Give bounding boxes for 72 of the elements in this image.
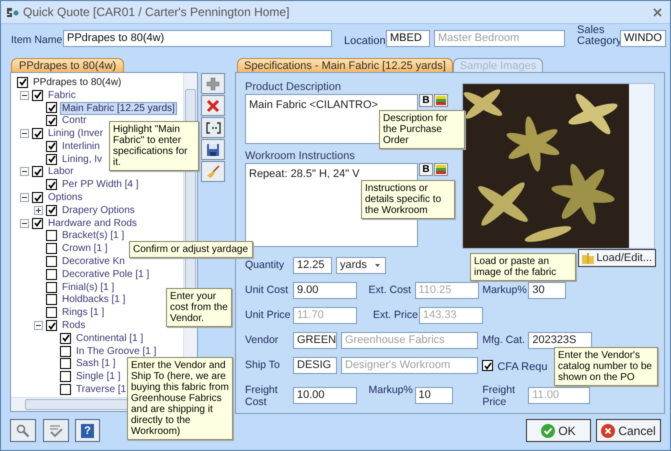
- tree-item[interactable]: Lining (Inver: [46, 127, 106, 140]
- field-label: Ext. Cost: [368, 283, 412, 296]
- input-field[interactable]: 30: [528, 282, 566, 299]
- field-label: Sales Category: [577, 25, 620, 47]
- tooltip: Highlight "Main Fabric" to enter specifications for it.: [109, 121, 199, 171]
- input-field[interactable]: 10: [414, 387, 452, 404]
- tree-item[interactable]: Crown [1 ]: [60, 242, 110, 256]
- field-label: Quantity: [245, 258, 286, 271]
- input-field[interactable]: 10.00: [293, 387, 357, 404]
- tree-item[interactable]: Sash [1 ]: [74, 357, 118, 370]
- field-label: Unit Price: [245, 308, 292, 321]
- tree-item[interactable]: Options: [46, 191, 84, 204]
- field-label: Product Description: [245, 81, 342, 94]
- tree-item[interactable]: Single [1 ]: [74, 370, 122, 384]
- tree-item[interactable]: Main Fabric [12.25 yards]: [60, 102, 177, 114]
- field-label: Ship To: [245, 358, 281, 371]
- field-label: Workroom Instructions: [245, 150, 356, 163]
- tree-item[interactable]: Drapery Options: [60, 204, 137, 217]
- ok-button[interactable]: OK: [526, 419, 591, 442]
- field-label: Ext. Price: [373, 308, 419, 321]
- bold-button[interactable]: B: [419, 94, 433, 107]
- tree-item[interactable]: Traverse [1: [74, 383, 128, 396]
- tree-item[interactable]: Lining, Iv: [60, 152, 104, 166]
- unit-dropdown[interactable]: yards: [336, 257, 386, 274]
- tooltip: Enter the Vendor's catalog number to be shown on the PO: [554, 347, 658, 386]
- tree-item[interactable]: Labor: [46, 165, 76, 178]
- field-label: Vendor: [245, 333, 280, 346]
- tooltip: Confirm or adjust yardage: [129, 241, 253, 258]
- bold-button[interactable]: B: [419, 163, 433, 176]
- code-field[interactable]: DESIG: [293, 357, 337, 374]
- tree-item[interactable]: Bracket(s) [1 ]: [60, 229, 126, 242]
- checkbox-label: CFA Requ: [497, 360, 548, 375]
- field-label: Freight Price: [482, 383, 516, 408]
- item-tab[interactable]: PPdrapes to 80(4w): [11, 58, 124, 72]
- tooltip: Enter your cost from the Vendor.: [166, 288, 232, 327]
- cancel-button[interactable]: Cancel: [596, 419, 661, 442]
- tree-item[interactable]: Continental [1 ]: [74, 332, 146, 345]
- load-edit-button[interactable]: Load/Edit...: [578, 249, 656, 267]
- tooltip: Description for the Purchase Order: [379, 110, 465, 149]
- code-field[interactable]: GREEN: [293, 332, 337, 349]
- tooltip: Enter the Vendor and Ship To (here, we are buying this fabric from Greenhouse Fabrics and are shipping it directly to the Workroom): [127, 357, 233, 440]
- field-label: Item Name: [11, 33, 63, 48]
- field-label: Unit Cost: [245, 283, 290, 296]
- sales-category-field[interactable]: WINDO: [620, 30, 666, 47]
- item-name-field[interactable]: PPdrapes to 80(4w): [63, 30, 332, 47]
- tooltip: Instructions or details specific to the Workroom: [361, 180, 455, 219]
- field-label: Mfg. Cat.: [482, 333, 526, 346]
- tree-item[interactable]: Rings [1 ]: [60, 306, 106, 320]
- tab[interactable]: Specifications - Main Fabric [12.25 yards]: [237, 58, 453, 72]
- tree-item[interactable]: Fabric: [46, 88, 78, 102]
- location-code-field[interactable]: MBED: [386, 30, 430, 47]
- field-label: Location: [344, 34, 386, 49]
- quantity-field[interactable]: 12.25: [293, 257, 332, 274]
- tree-item[interactable]: Finial(s) [1 ]: [60, 280, 116, 294]
- field-label: Freight Cost: [245, 383, 279, 408]
- tree-item[interactable]: Decorative Kn: [60, 255, 127, 268]
- window-title: Quick Quote [CAR01 / Carter's Pennington Home]: [23, 4, 290, 21]
- input-field[interactable]: 202323S: [528, 332, 592, 349]
- tooltip: Load or paste an image of the fabric: [470, 253, 576, 281]
- help-button[interactable]: ?: [75, 419, 100, 442]
- tree-item[interactable]: Hardware and Rods: [46, 216, 139, 230]
- field-label: Markup%: [482, 283, 528, 296]
- tree-item[interactable]: Contr: [60, 114, 88, 128]
- input-field[interactable]: 9.00: [293, 282, 357, 299]
- tree-item[interactable]: Per PP Width [4 ]: [60, 178, 141, 192]
- tree-item[interactable]: In The Groove [1 ]: [74, 344, 158, 358]
- tree-item[interactable]: Holdbacks [1 ]: [60, 293, 128, 306]
- tree-item[interactable]: Rods: [60, 319, 88, 332]
- tree-item[interactable]: Interlinin: [60, 140, 102, 153]
- field-label: Markup%: [368, 383, 414, 396]
- tree-item[interactable]: PPdrapes to 80(4w): [31, 76, 124, 89]
- tree-item[interactable]: Decorative Pole [1 ]: [60, 268, 152, 281]
